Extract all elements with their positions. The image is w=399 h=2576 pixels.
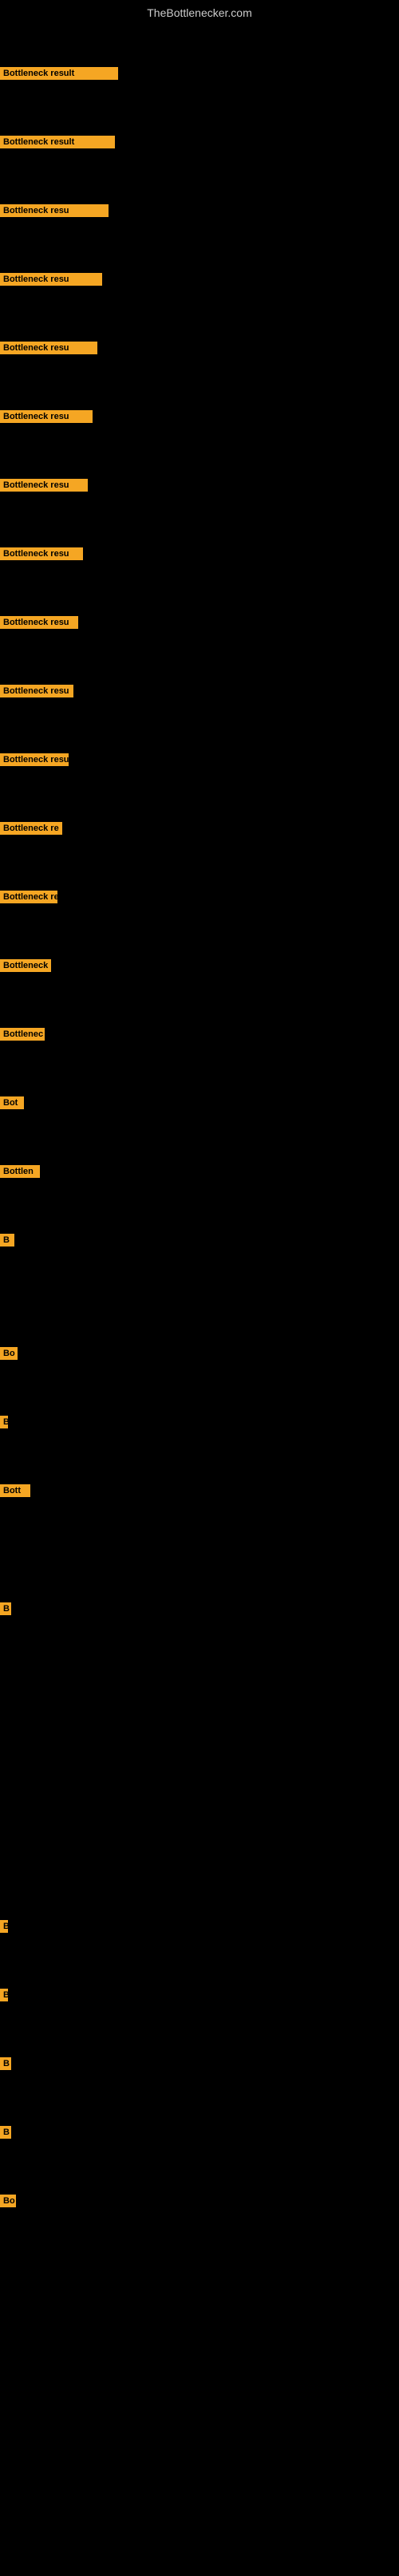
bar-label-16: Bottlen: [0, 1165, 40, 1178]
bar-label-11: Bottleneck re: [0, 822, 62, 835]
bar-row-15: Bot: [0, 1096, 24, 1109]
bar-row-5: Bottleneck resu: [0, 410, 93, 423]
bar-label-13: Bottleneck r: [0, 959, 51, 972]
bar-row-24: B: [0, 2057, 11, 2070]
bar-row-9: Bottleneck resu: [0, 685, 73, 697]
bar-row-18: Bo: [0, 1347, 18, 1360]
bar-row-12: Bottleneck re: [0, 891, 57, 903]
bar-label-14: Bottlenec: [0, 1028, 45, 1041]
bar-row-22: B: [0, 1920, 8, 1933]
bar-label-20: Bott: [0, 1484, 30, 1497]
bar-label-21: B: [0, 1602, 11, 1615]
bar-row-20: Bott: [0, 1484, 30, 1497]
bar-label-15: Bot: [0, 1096, 24, 1109]
bar-label-6: Bottleneck resu: [0, 479, 88, 492]
bar-label-26: Bo: [0, 2195, 16, 2207]
bar-label-18: Bo: [0, 1347, 18, 1360]
bar-row-3: Bottleneck resu: [0, 273, 102, 286]
bar-label-10: Bottleneck resu: [0, 753, 69, 766]
bar-label-2: Bottleneck resu: [0, 204, 109, 217]
bar-label-4: Bottleneck resu: [0, 342, 97, 354]
bar-row-14: Bottlenec: [0, 1028, 45, 1041]
bar-label-12: Bottleneck re: [0, 891, 57, 903]
bar-label-5: Bottleneck resu: [0, 410, 93, 423]
bar-row-0: Bottleneck result: [0, 67, 118, 80]
bar-label-17: B: [0, 1234, 14, 1247]
bar-row-26: Bo: [0, 2195, 16, 2207]
bar-row-10: Bottleneck resu: [0, 753, 69, 766]
bar-row-7: Bottleneck resu: [0, 547, 83, 560]
bar-label-3: Bottleneck resu: [0, 273, 102, 286]
bar-label-25: B: [0, 2126, 11, 2139]
bar-label-8: Bottleneck resu: [0, 616, 78, 629]
bar-label-9: Bottleneck resu: [0, 685, 73, 697]
bar-label-1: Bottleneck result: [0, 136, 115, 148]
bar-row-1: Bottleneck result: [0, 136, 115, 148]
bar-row-13: Bottleneck r: [0, 959, 51, 972]
bar-row-16: Bottlen: [0, 1165, 40, 1178]
bar-row-25: B: [0, 2126, 11, 2139]
bar-label-23: B: [0, 1989, 8, 2001]
bar-row-21: B: [0, 1602, 11, 1615]
bar-row-4: Bottleneck resu: [0, 342, 97, 354]
bar-row-19: B: [0, 1416, 8, 1428]
bar-label-24: B: [0, 2057, 11, 2070]
bar-label-7: Bottleneck resu: [0, 547, 83, 560]
bar-row-23: B: [0, 1989, 8, 2001]
bar-label-22: B: [0, 1920, 8, 1933]
bar-row-11: Bottleneck re: [0, 822, 62, 835]
site-title: TheBottlenecker.com: [0, 0, 399, 22]
bar-row-17: B: [0, 1234, 14, 1247]
bar-row-6: Bottleneck resu: [0, 479, 88, 492]
bar-label-19: B: [0, 1416, 8, 1428]
bar-row-2: Bottleneck resu: [0, 204, 109, 217]
bar-row-8: Bottleneck resu: [0, 616, 78, 629]
bar-label-0: Bottleneck result: [0, 67, 118, 80]
